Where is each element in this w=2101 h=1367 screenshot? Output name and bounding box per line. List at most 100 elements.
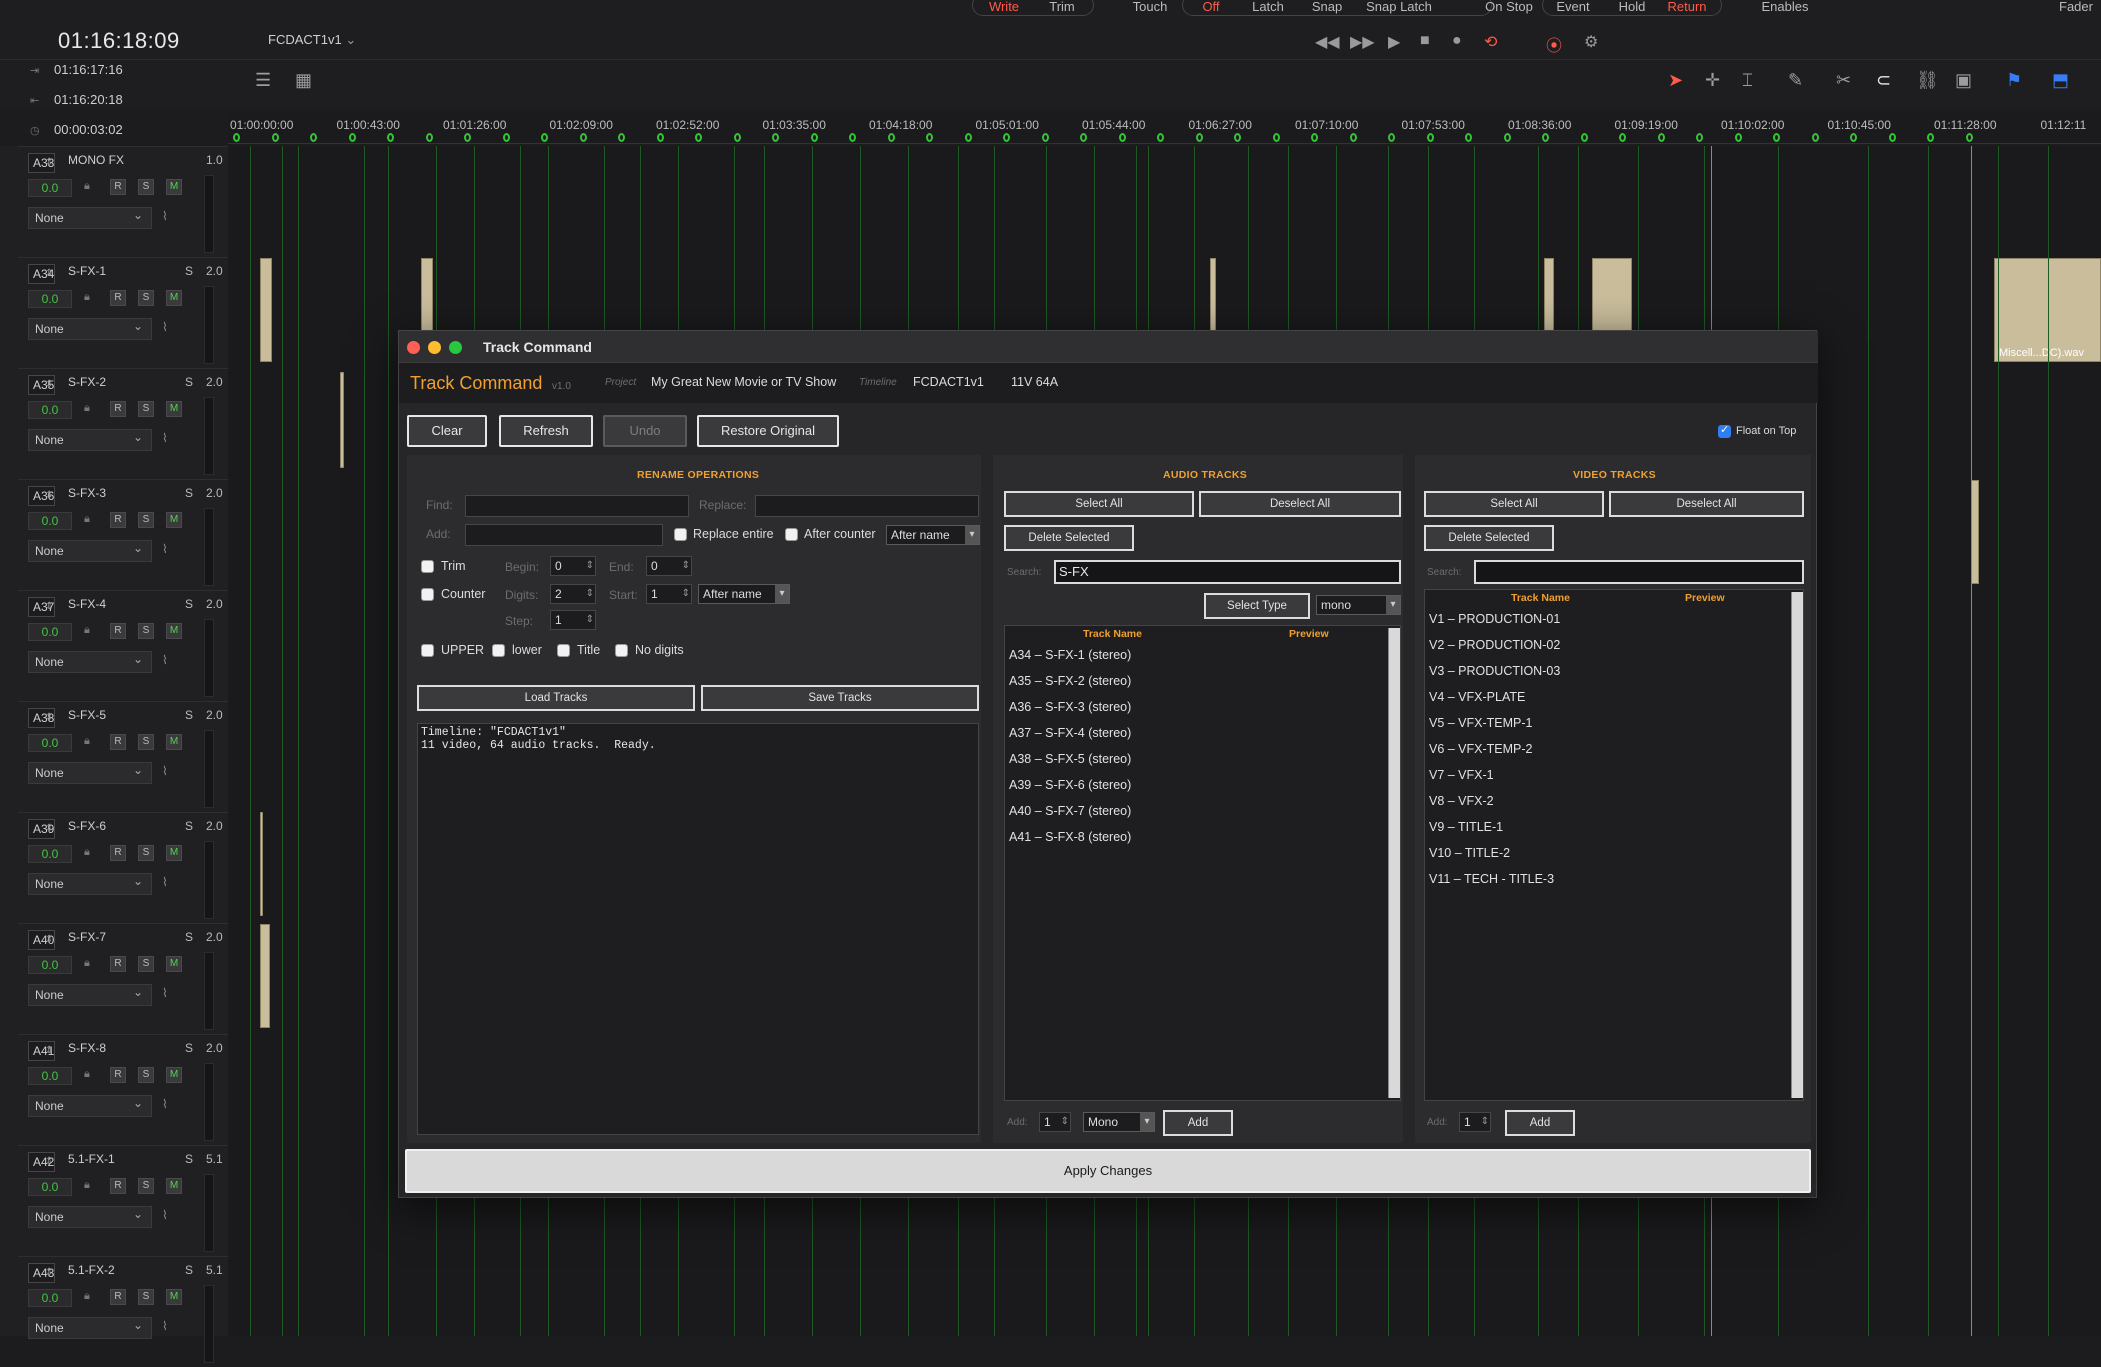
marker-icon[interactable] bbox=[1965, 133, 1973, 142]
marker-icon[interactable] bbox=[1657, 133, 1665, 142]
lock-icon[interactable]: 🔒︎ bbox=[84, 1290, 90, 1303]
video-track-item[interactable]: V8 – VFX-2 bbox=[1429, 794, 1494, 808]
automation-icon[interactable]: ⌇ bbox=[162, 209, 168, 223]
marker-icon[interactable] bbox=[1927, 133, 1934, 142]
marker-icon[interactable] bbox=[1041, 133, 1049, 142]
record-arm-button[interactable]: R bbox=[110, 1178, 126, 1194]
link-icon[interactable]: ⛓ bbox=[1916, 70, 1939, 91]
track-patch-select[interactable]: None bbox=[28, 316, 152, 340]
audio-clip[interactable] bbox=[1971, 480, 1979, 584]
track-header[interactable]: A40 S-FX-7 S 2.0 0.0 🔒︎ R S M None ⌇ bbox=[18, 923, 228, 1034]
hold-button[interactable]: Hold bbox=[1616, 0, 1648, 16]
flag-icon[interactable]: ⚑ bbox=[2006, 70, 2022, 91]
lower-checkbox[interactable] bbox=[492, 644, 505, 657]
track-volume-field[interactable]: 0.0 bbox=[28, 1178, 72, 1196]
restore-original-button[interactable]: Restore Original bbox=[697, 415, 839, 447]
automation-icon[interactable]: ⌇ bbox=[162, 320, 168, 334]
audio-type-select[interactable]: mono bbox=[1316, 595, 1401, 615]
track-header[interactable]: A37 S-FX-4 S 2.0 0.0 🔒︎ R S M None ⌇ bbox=[18, 590, 228, 701]
marker-icon[interactable] bbox=[1850, 133, 1857, 142]
track-name[interactable]: 5.1-FX-1 bbox=[68, 1152, 115, 1166]
video-add-button[interactable]: Add bbox=[1505, 1110, 1575, 1136]
solo-button[interactable]: S bbox=[138, 734, 154, 750]
audio-clip[interactable] bbox=[260, 258, 272, 362]
latch-button[interactable]: Latch bbox=[1250, 0, 1286, 16]
audio-deselect-all-button[interactable]: Deselect All bbox=[1199, 491, 1401, 517]
lock-icon[interactable]: 🔒︎ bbox=[84, 735, 90, 748]
load-tracks-button[interactable]: Load Tracks bbox=[417, 685, 695, 711]
solo-button[interactable]: S bbox=[138, 401, 154, 417]
lock-icon[interactable]: 🔒︎ bbox=[84, 1179, 90, 1192]
automation-icon[interactable]: ⌇ bbox=[162, 875, 168, 889]
marker-icon[interactable]: ⬒ bbox=[2052, 70, 2069, 91]
replace-input[interactable] bbox=[755, 495, 979, 517]
marker-icon[interactable] bbox=[926, 133, 933, 142]
record-icon[interactable]: ● bbox=[1452, 32, 1462, 50]
audio-track-item[interactable]: A39 – S-FX-6 (stereo) bbox=[1009, 778, 1131, 792]
track-name[interactable]: MONO FX bbox=[68, 153, 124, 167]
track-header[interactable]: A41 S-FX-8 S 2.0 0.0 🔒︎ R S M None ⌇ bbox=[18, 1034, 228, 1145]
solo-button[interactable]: S bbox=[138, 1178, 154, 1194]
upper-checkbox[interactable] bbox=[421, 644, 434, 657]
save-tracks-button[interactable]: Save Tracks bbox=[701, 685, 979, 711]
video-track-item[interactable]: V10 – TITLE-2 bbox=[1429, 846, 1510, 860]
timeline-view-icon[interactable]: ☰ bbox=[255, 70, 271, 91]
digits-stepper[interactable]: 2 bbox=[550, 584, 596, 604]
add-text-input[interactable] bbox=[465, 524, 663, 546]
record-arm-button[interactable]: R bbox=[110, 734, 126, 750]
record-arm-button[interactable]: R bbox=[110, 1289, 126, 1305]
audio-delete-selected-button[interactable]: Delete Selected bbox=[1004, 525, 1134, 551]
video-delete-selected-button[interactable]: Delete Selected bbox=[1424, 525, 1554, 551]
marker-icon[interactable] bbox=[387, 133, 394, 142]
marker-icon[interactable] bbox=[1388, 133, 1395, 142]
marker-icon[interactable] bbox=[1773, 133, 1780, 142]
track-volume-field[interactable]: 0.0 bbox=[28, 401, 72, 419]
touch-button[interactable]: Touch bbox=[1128, 0, 1172, 16]
video-track-item[interactable]: V3 – PRODUCTION-03 bbox=[1429, 664, 1560, 678]
loop-icon[interactable]: ⟲ bbox=[1484, 32, 1497, 52]
record-arm-button[interactable]: R bbox=[110, 512, 126, 528]
track-name[interactable]: S-FX-5 bbox=[68, 708, 106, 722]
end-stepper[interactable]: 0 bbox=[646, 556, 692, 576]
track-patch-select[interactable]: None bbox=[28, 205, 152, 229]
lock-icon[interactable]: 🔒︎ bbox=[84, 180, 90, 193]
video-add-count-stepper[interactable]: 1 bbox=[1459, 1112, 1491, 1132]
mute-button[interactable]: M bbox=[166, 623, 182, 639]
marker-icon[interactable] bbox=[233, 133, 240, 142]
video-track-item[interactable]: V1 – PRODUCTION-01 bbox=[1429, 612, 1560, 626]
audio-clip[interactable] bbox=[340, 372, 344, 468]
track-volume-field[interactable]: 0.0 bbox=[28, 734, 72, 752]
marker-icon[interactable] bbox=[1888, 133, 1896, 142]
pencil-tool-icon[interactable]: ✎ bbox=[1788, 70, 1803, 91]
stop-icon[interactable]: ■ bbox=[1420, 32, 1430, 50]
marker-icon[interactable] bbox=[348, 133, 356, 142]
marker-icon[interactable] bbox=[1080, 133, 1087, 142]
marker-icon[interactable] bbox=[1811, 133, 1819, 142]
marker-icon[interactable] bbox=[695, 133, 702, 142]
video-list-scrollbar[interactable] bbox=[1791, 592, 1803, 1098]
automation-icon[interactable]: ⌇ bbox=[162, 1319, 168, 1333]
solo-button[interactable]: S bbox=[138, 290, 154, 306]
counter-position-select[interactable]: After name bbox=[698, 584, 790, 604]
mute-button[interactable]: M bbox=[166, 734, 182, 750]
marker-icon[interactable] bbox=[656, 133, 664, 142]
record-arm-button[interactable]: R bbox=[110, 290, 126, 306]
track-name[interactable]: S-FX-7 bbox=[68, 930, 106, 944]
video-track-item[interactable]: V9 – TITLE-1 bbox=[1429, 820, 1503, 834]
automation-icon[interactable]: ⌇ bbox=[162, 1208, 168, 1222]
marker-icon[interactable] bbox=[1426, 133, 1434, 142]
find-input[interactable] bbox=[465, 495, 689, 517]
trim-tool-icon[interactable]: ⌶ bbox=[1742, 70, 1753, 91]
marker-icon[interactable] bbox=[1696, 133, 1703, 142]
track-patch-select[interactable]: None bbox=[28, 1093, 152, 1117]
track-patch-select[interactable]: None bbox=[28, 760, 152, 784]
track-volume-field[interactable]: 0.0 bbox=[28, 1289, 72, 1307]
audio-track-item[interactable]: A37 – S-FX-4 (stereo) bbox=[1009, 726, 1131, 740]
track-header[interactable]: A43 5.1-FX-2 S 5.1 0.0 🔒︎ R S M None ⌇ bbox=[18, 1256, 228, 1367]
audio-track-item[interactable]: A35 – S-FX-2 (stereo) bbox=[1009, 674, 1131, 688]
marker-icon[interactable] bbox=[1619, 133, 1626, 142]
audio-track-item[interactable]: A40 – S-FX-7 (stereo) bbox=[1009, 804, 1131, 818]
marker-icon[interactable] bbox=[1503, 133, 1511, 142]
snapping-icon[interactable]: ⊂ bbox=[1876, 70, 1891, 91]
add-position-select[interactable]: After name bbox=[886, 525, 980, 545]
